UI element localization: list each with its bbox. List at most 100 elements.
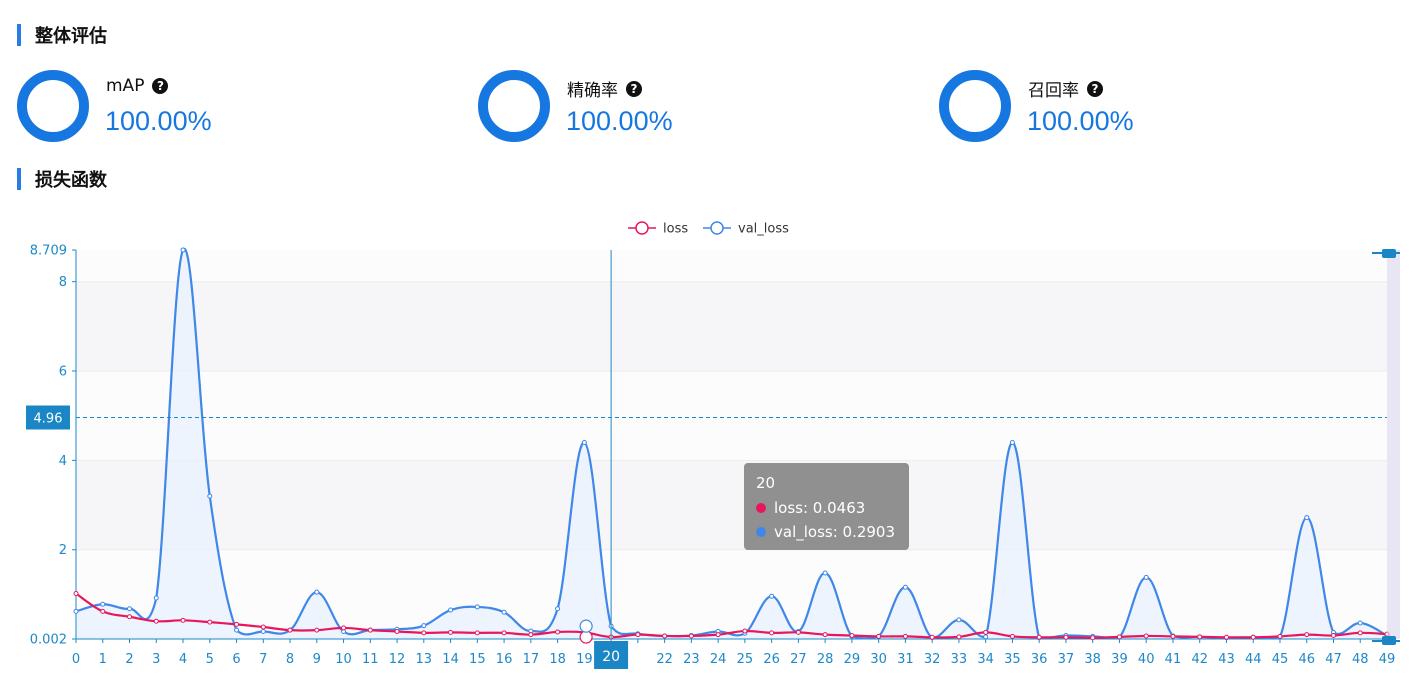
val-loss-data-point[interactable] — [260, 628, 266, 634]
val-loss-data-point[interactable] — [1143, 574, 1149, 580]
metric-label: 精确率 ? — [567, 76, 642, 101]
tooltip-title: 20 — [756, 474, 775, 492]
loss-data-point[interactable] — [1223, 634, 1229, 640]
loss-data-point[interactable] — [662, 633, 668, 639]
grid-band — [76, 371, 1387, 461]
loss-data-point[interactable] — [1330, 633, 1336, 639]
val-loss-data-point[interactable] — [153, 595, 159, 601]
loss-data-point[interactable] — [100, 608, 106, 614]
val-loss-data-point[interactable] — [822, 570, 828, 576]
val-loss-data-point[interactable] — [501, 609, 507, 615]
loss-data-point[interactable] — [1277, 633, 1283, 639]
legend-marker[interactable] — [710, 221, 724, 235]
loss-data-point[interactable] — [822, 632, 828, 638]
loss-line-chart[interactable]: 0.00224688.7090 1 2 3 4 5 6 7 8 9 10 11 12 13 14 15 16 17… — [0, 205, 1420, 684]
x-tick-label: 47 — [1325, 652, 1342, 667]
question-circle-icon[interactable]: ? — [1087, 80, 1103, 97]
val-loss-data-point[interactable] — [234, 627, 240, 633]
loss-data-point[interactable] — [1009, 633, 1015, 639]
loss-data-point[interactable] — [983, 629, 989, 635]
loss-data-point[interactable] — [795, 629, 801, 635]
val-loss-data-point[interactable] — [581, 440, 587, 446]
loss-data-point[interactable] — [1063, 634, 1069, 640]
loss-data-point[interactable] — [849, 633, 855, 639]
val-loss-data-point[interactable] — [1357, 620, 1363, 626]
loss-data-point[interactable] — [1170, 633, 1176, 639]
loss-data-point[interactable] — [876, 633, 882, 639]
loss-data-point[interactable] — [314, 627, 320, 633]
x-tick-label: 46 — [1298, 652, 1315, 667]
val-loss-data-point[interactable] — [314, 589, 320, 595]
val-loss-data-point[interactable] — [902, 584, 908, 590]
data-zoom-track — [1387, 250, 1400, 639]
loss-data-point[interactable] — [1143, 633, 1149, 639]
loss-data-point[interactable] — [956, 634, 962, 640]
x-tick-label: 22 — [656, 652, 673, 667]
metric-value: 100.00% — [566, 106, 673, 136]
grid-bands — [76, 250, 1387, 639]
loss-data-point[interactable] — [528, 632, 534, 638]
loss-data-point[interactable] — [688, 633, 694, 639]
x-tick-label: 17 — [523, 652, 540, 667]
loss-data-point[interactable] — [1250, 634, 1256, 640]
loss-data-point[interactable] — [394, 628, 400, 634]
loss-data-point[interactable] — [1197, 634, 1203, 640]
loss-data-point[interactable] — [715, 632, 721, 638]
loss-data-point[interactable] — [1036, 634, 1042, 640]
loss-data-point[interactable] — [929, 634, 935, 640]
val-loss-data-point[interactable] — [983, 634, 989, 640]
loss-data-point[interactable] — [341, 625, 347, 631]
loss-data-point[interactable] — [1304, 632, 1310, 638]
loss-data-point[interactable] — [234, 621, 240, 627]
val-loss-data-point[interactable] — [555, 606, 561, 612]
loss-data-point[interactable] — [180, 617, 186, 623]
loss-data-point[interactable] — [260, 624, 266, 630]
map-ring-chart — [17, 70, 89, 142]
val-loss-data-point[interactable] — [180, 247, 186, 253]
legend-marker[interactable] — [635, 221, 649, 235]
x-tick-label: 16 — [496, 652, 513, 667]
val-loss-data-point[interactable] — [448, 607, 454, 613]
loss-data-point[interactable] — [448, 629, 454, 635]
loss-data-point[interactable] — [769, 630, 775, 636]
val-loss-data-point[interactable] — [474, 604, 480, 610]
val-loss-data-point[interactable] — [100, 601, 106, 607]
loss-data-point[interactable] — [153, 618, 159, 624]
chart-legend: loss val_loss — [628, 221, 789, 237]
loss-data-point[interactable] — [1090, 635, 1096, 641]
loss-data-point[interactable] — [501, 630, 507, 636]
loss-data-point[interactable] — [287, 627, 293, 633]
tooltip-row-text: val_loss: 0.2903 — [774, 523, 895, 542]
val-loss-data-point[interactable] — [127, 606, 133, 612]
metric-label-text: 精确率 — [567, 81, 618, 101]
x-tick-label: 38 — [1084, 652, 1101, 667]
overall-evaluation-title-text: 整体评估 — [35, 26, 107, 47]
loss-data-point[interactable] — [367, 627, 373, 633]
val-loss-data-point[interactable] — [421, 623, 427, 629]
data-zoom-handle-top[interactable] — [1382, 249, 1396, 258]
loss-data-point[interactable] — [902, 633, 908, 639]
val-loss-data-point[interactable] — [1009, 440, 1015, 446]
data-zoom-handle-bottom[interactable] — [1382, 636, 1396, 645]
val-loss-data-point[interactable] — [1304, 515, 1310, 521]
loss-data-point[interactable] — [635, 632, 641, 638]
loss-highlight-point[interactable] — [579, 630, 593, 644]
question-circle-icon[interactable]: ? — [626, 80, 642, 97]
loss-data-point[interactable] — [1357, 630, 1363, 636]
val-loss-highlight-point[interactable] — [579, 619, 593, 633]
question-circle-icon[interactable]: ? — [152, 78, 169, 94]
loss-data-point[interactable] — [555, 629, 561, 635]
x-tick-label: 5 — [206, 652, 214, 667]
metric-label: mAP ? — [106, 76, 169, 96]
loss-data-point[interactable] — [73, 591, 79, 597]
loss-data-point[interactable] — [742, 628, 748, 634]
val-loss-data-point[interactable] — [207, 493, 213, 499]
val-loss-data-point[interactable] — [769, 593, 775, 599]
val-loss-data-point[interactable] — [956, 617, 962, 623]
loss-data-point[interactable] — [421, 630, 427, 636]
val-loss-data-point[interactable] — [73, 608, 79, 614]
loss-data-point[interactable] — [1116, 634, 1122, 640]
loss-data-point[interactable] — [474, 630, 480, 636]
loss-data-point[interactable] — [207, 619, 213, 625]
loss-data-point[interactable] — [127, 614, 133, 620]
